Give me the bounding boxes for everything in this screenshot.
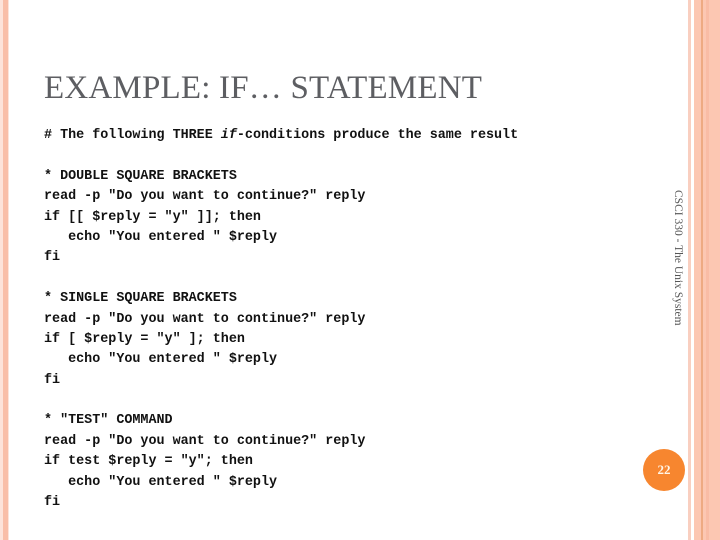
code-line: if test $reply = "y"; then [44, 454, 253, 470]
code-line: echo "You entered " $reply [44, 352, 278, 368]
code-line: echo "You entered " $reply [44, 229, 278, 245]
code-section-heading: * "TEST" COMMAND [44, 413, 173, 429]
code-comment-suffix: -conditions produce the same result [236, 128, 519, 143]
code-line: read -p "Do you want to continue?" reply [44, 433, 366, 449]
right-border-accent-line [701, 0, 703, 540]
code-line: read -p "Do you want to continue?" reply [44, 189, 366, 205]
page-number-badge: 22 [643, 449, 685, 491]
code-comment-line: # The following THREE if-conditions prod… [44, 126, 518, 146]
code-line: fi [44, 250, 61, 266]
code-line: if [[ $reply = "y" ]]; then [44, 209, 261, 225]
code-section-heading: * SINGLE SQUARE BRACKETS [44, 291, 237, 307]
code-comment-prefix: # The following THREE [44, 128, 221, 143]
code-block: # The following THREE if-conditions prod… [44, 126, 518, 513]
code-line: if [ $reply = "y" ]; then [44, 331, 245, 347]
left-border-line [3, 0, 8, 540]
code-line: echo "You entered " $reply [44, 474, 278, 490]
course-footer-vertical: CSCI 330 - The Unix System [672, 190, 684, 326]
code-line: fi [44, 495, 61, 511]
right-border-thin-line [688, 0, 691, 540]
code-section-heading: * DOUBLE SQUARE BRACKETS [44, 168, 237, 184]
code-comment-italic: if [220, 128, 237, 143]
right-border-shade [706, 0, 709, 540]
slide-title: EXAMPLE: IF… STATEMENT [44, 70, 483, 106]
code-line: fi [44, 372, 61, 388]
code-line: read -p "Do you want to continue?" reply [44, 311, 366, 327]
